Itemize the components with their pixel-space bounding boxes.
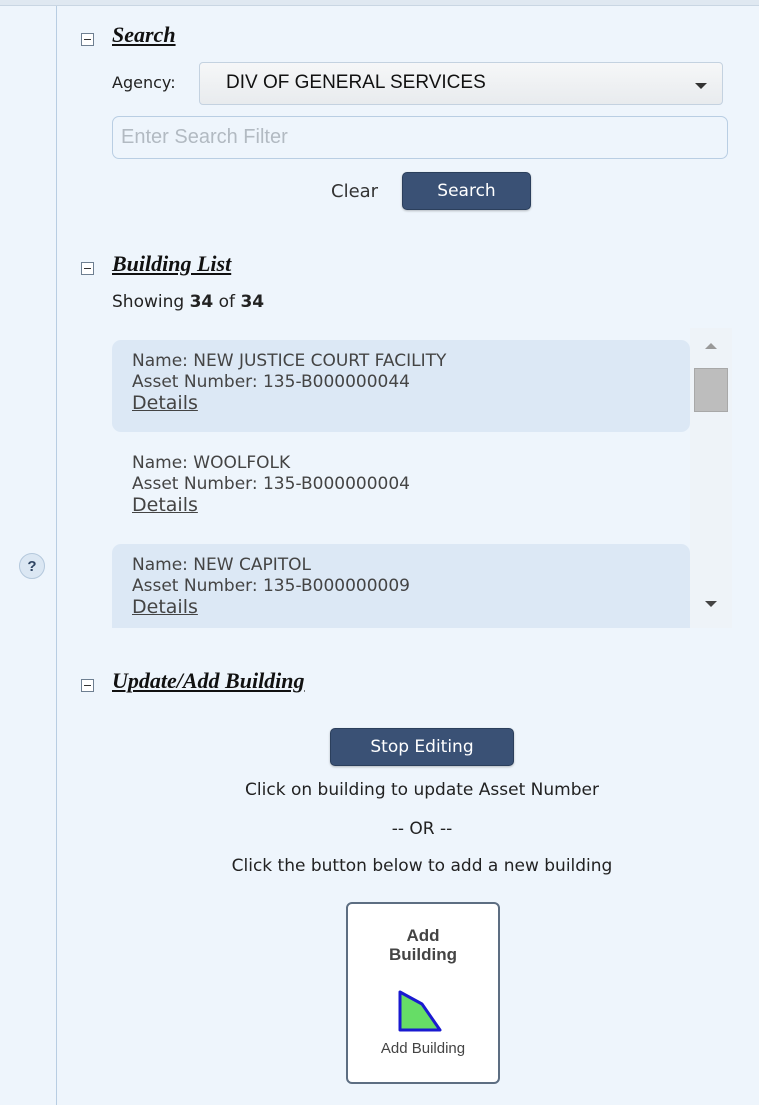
list-item[interactable]: Name: NEW JUSTICE COURT FACILITY Asset N… [112,340,690,432]
agency-select-value: DIV OF GENERAL SERVICES [226,72,486,93]
top-edge [0,0,759,6]
building-list[interactable]: Name: NEW JUSTICE COURT FACILITY Asset N… [112,328,732,628]
building-asset-number: Asset Number: 135-B000000044 [132,372,410,392]
or-separator: -- OR -- [391,819,453,839]
search-section-title[interactable]: Search [112,22,176,48]
details-link[interactable]: Details [132,494,198,516]
agency-label: Agency: [112,73,176,92]
add-building-tile-caption: Add Building [380,1040,466,1057]
stop-editing-button[interactable]: Stop Editing [330,728,514,766]
help-icon[interactable]: ? [19,553,45,579]
building-asset-number: Asset Number: 135-B000000004 [132,474,410,494]
details-link[interactable]: Details [132,596,198,618]
polygon-draw-icon [398,990,442,1032]
update-add-building-title[interactable]: Update/Add Building [112,668,305,694]
list-item[interactable]: Name: NEW CAPITOL Asset Number: 135-B000… [112,544,690,628]
add-building-button[interactable]: Add Building Add Building [346,902,500,1084]
agency-select[interactable]: DIV OF GENERAL SERVICES [199,62,723,105]
building-list-scrollbar[interactable] [690,328,732,628]
scroll-down-arrow-icon[interactable] [705,601,717,607]
building-asset-number: Asset Number: 135-B000000009 [132,576,410,596]
search-filter-input[interactable] [112,116,728,159]
building-list-title[interactable]: Building List [112,251,231,277]
clear-button[interactable]: Clear [331,181,378,202]
chevron-down-icon[interactable] [695,83,707,89]
collapse-search-icon[interactable] [81,33,94,46]
details-link[interactable]: Details [132,392,198,414]
update-instruction: Click on building to update Asset Number [245,780,599,800]
building-name: Name: NEW CAPITOL [132,555,311,575]
collapse-update-add-icon[interactable] [81,679,94,692]
scroll-up-arrow-icon[interactable] [705,343,717,349]
collapse-building-list-icon[interactable] [81,262,94,275]
add-building-tile-title: Add Building [389,926,457,964]
building-name: Name: NEW JUSTICE COURT FACILITY [132,351,447,371]
list-item[interactable]: Name: WOOLFOLK Asset Number: 135-B000000… [112,442,690,534]
showing-count: Showing 34 of 34 [112,292,265,312]
building-name: Name: WOOLFOLK [132,453,291,473]
search-button[interactable]: Search [402,172,531,210]
add-instruction: Click the button below to add a new buil… [231,856,613,876]
scroll-thumb[interactable] [694,368,728,412]
